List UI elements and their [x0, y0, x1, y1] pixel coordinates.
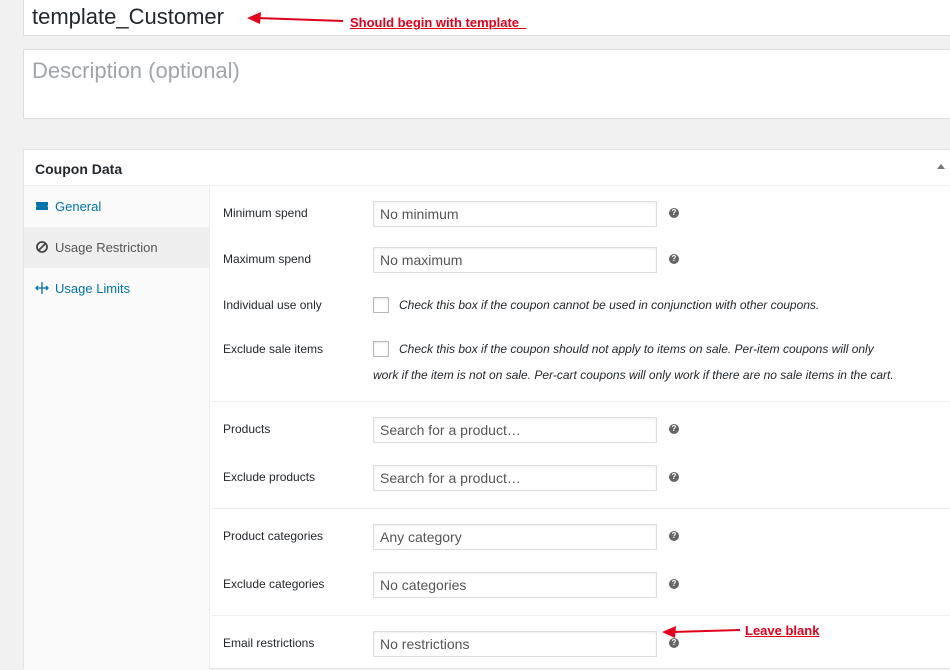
section-divider	[211, 508, 950, 509]
minimum-spend-label: Minimum spend	[223, 206, 308, 220]
exclude-sale-description-line1: Check this box if the coupon should not …	[399, 342, 874, 356]
email-restrictions-input[interactable]: No restrictions	[373, 631, 657, 657]
individual-use-description: Check this box if the coupon cannot be u…	[399, 298, 820, 312]
tab-general-label: General	[55, 199, 102, 214]
product-categories-label: Product categories	[223, 529, 324, 543]
annotation-title-note: Should begin with template_	[350, 15, 527, 30]
ticket-icon	[36, 202, 48, 210]
exclude-categories-label: Exclude categories	[223, 577, 325, 591]
section-divider	[211, 401, 950, 402]
description-field[interactable]: Description (optional)	[23, 49, 950, 119]
section-divider	[211, 615, 950, 616]
exclude-sale-label: Exclude sale items	[223, 342, 324, 356]
tab-usage-limits[interactable]: Usage Limits	[24, 268, 210, 309]
help-icon[interactable]: ?	[669, 208, 679, 218]
collapse-toggle-icon[interactable]	[937, 164, 945, 169]
coupon-data-header[interactable]: Coupon Data	[24, 150, 950, 186]
description-placeholder: Description (optional)	[32, 58, 240, 83]
tab-general[interactable]: General	[24, 186, 210, 227]
minimum-spend-input[interactable]: No minimum	[373, 201, 657, 227]
coupon-data-box: Coupon Data General Usage Restriction Us…	[23, 149, 950, 670]
individual-use-label: Individual use only	[223, 298, 322, 312]
annotation-arrow-icon	[662, 626, 741, 638]
exclude-sale-checkbox[interactable]	[373, 341, 389, 357]
help-icon[interactable]: ?	[669, 472, 679, 482]
help-icon[interactable]: ?	[669, 424, 679, 434]
coupon-data-title: Coupon Data	[35, 161, 123, 177]
products-search-input[interactable]: Search for a product…	[373, 417, 657, 443]
annotation-email-note: Leave blank	[745, 623, 820, 638]
no-entry-icon	[36, 241, 48, 253]
annotation-arrow-icon	[247, 12, 344, 24]
exclude-sale-description-line2: work if the item is not on sale. Per-car…	[373, 368, 894, 382]
exclude-products-label: Exclude products	[223, 470, 316, 484]
email-restrictions-label: Email restrictions	[223, 636, 315, 650]
exclude-categories-input[interactable]: No categories	[373, 572, 657, 598]
tab-usage-restriction-label: Usage Restriction	[55, 240, 158, 255]
usage-restriction-panel: Minimum spend No minimum ? Maximum spend…	[211, 186, 950, 670]
maximum-spend-label: Maximum spend	[223, 252, 312, 266]
help-icon[interactable]: ?	[669, 254, 679, 264]
coupon-tabs: General Usage Restriction Usage Limits	[24, 186, 210, 670]
tab-usage-restriction[interactable]: Usage Restriction	[24, 227, 210, 268]
individual-use-checkbox[interactable]	[373, 297, 389, 313]
maximum-spend-input[interactable]: No maximum	[373, 247, 657, 273]
move-icon	[35, 282, 49, 294]
product-categories-input[interactable]: Any category	[373, 524, 657, 550]
help-icon[interactable]: ?	[669, 579, 679, 589]
products-label: Products	[223, 422, 271, 436]
tab-usage-limits-label: Usage Limits	[55, 281, 131, 296]
title-value: template_Customer	[32, 4, 224, 29]
help-icon[interactable]: ?	[669, 531, 679, 541]
exclude-products-search-input[interactable]: Search for a product…	[373, 465, 657, 491]
